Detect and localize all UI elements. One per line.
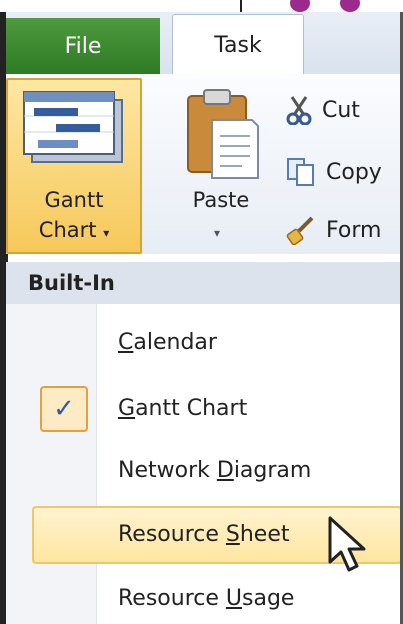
gantt-label-line1: Gantt	[44, 188, 104, 212]
menu-item-network-diagram[interactable]: Network Diagram	[118, 450, 311, 490]
menu-item-label: heet	[239, 521, 290, 547]
cut-label: Cut	[322, 97, 360, 123]
menu-item-resource-usage[interactable]: Resource Usage	[118, 578, 294, 618]
accelerator-key: C	[118, 329, 134, 355]
decorative-dot	[290, 0, 310, 12]
menu-item-label: Resource	[118, 585, 219, 611]
mouse-pointer-icon	[328, 516, 366, 572]
menu-item-gantt-chart[interactable]: Gantt Chart	[118, 388, 247, 428]
format-painter-button[interactable]: Form	[286, 212, 381, 248]
gantt-chart-icon	[23, 91, 123, 163]
chevron-down-icon[interactable]: ▾	[214, 226, 220, 240]
checkmark-icon: ✓	[40, 386, 88, 432]
scissors-icon	[286, 96, 312, 125]
menu-item-calendar[interactable]: Calendar	[118, 322, 217, 362]
format-label: Form	[326, 217, 382, 243]
menu-item-label: Network	[118, 457, 210, 483]
decorative-dot	[340, 0, 360, 12]
cut-button[interactable]: Cut	[286, 92, 360, 128]
menu-item-resource-sheet[interactable]: Resource Sheet	[118, 514, 290, 554]
menu-item-label: alendar	[133, 329, 217, 355]
chevron-down-icon: ▾	[103, 226, 110, 240]
window-left-border	[0, 12, 6, 624]
copy-label: Copy	[326, 159, 382, 185]
menu-icon-gutter	[6, 302, 97, 624]
accelerator-key: G	[118, 395, 136, 421]
accelerator-key: S	[225, 521, 240, 547]
accelerator-key: D	[216, 457, 234, 483]
paste-icon[interactable]	[182, 86, 260, 182]
menu-item-label: antt Chart	[135, 395, 248, 421]
gantt-chart-button[interactable]: Gantt Chart ▾	[6, 78, 142, 254]
menu-item-label: sage	[242, 585, 295, 611]
menu-item-label: Resource	[118, 521, 219, 547]
top-strip	[0, 0, 403, 14]
paste-button-label[interactable]: Paste	[182, 188, 260, 212]
accelerator-key: U	[225, 585, 242, 611]
format-painter-icon	[286, 216, 314, 245]
menu-section-header: Built-In	[6, 262, 403, 304]
menu-item-label: iagram	[233, 457, 312, 483]
copy-icon	[287, 158, 314, 186]
gantt-label-line2: Chart ▾	[38, 218, 110, 242]
tab-file[interactable]: File	[6, 18, 160, 74]
tab-task[interactable]: Task	[172, 14, 304, 76]
copy-button[interactable]: Copy	[286, 154, 382, 190]
